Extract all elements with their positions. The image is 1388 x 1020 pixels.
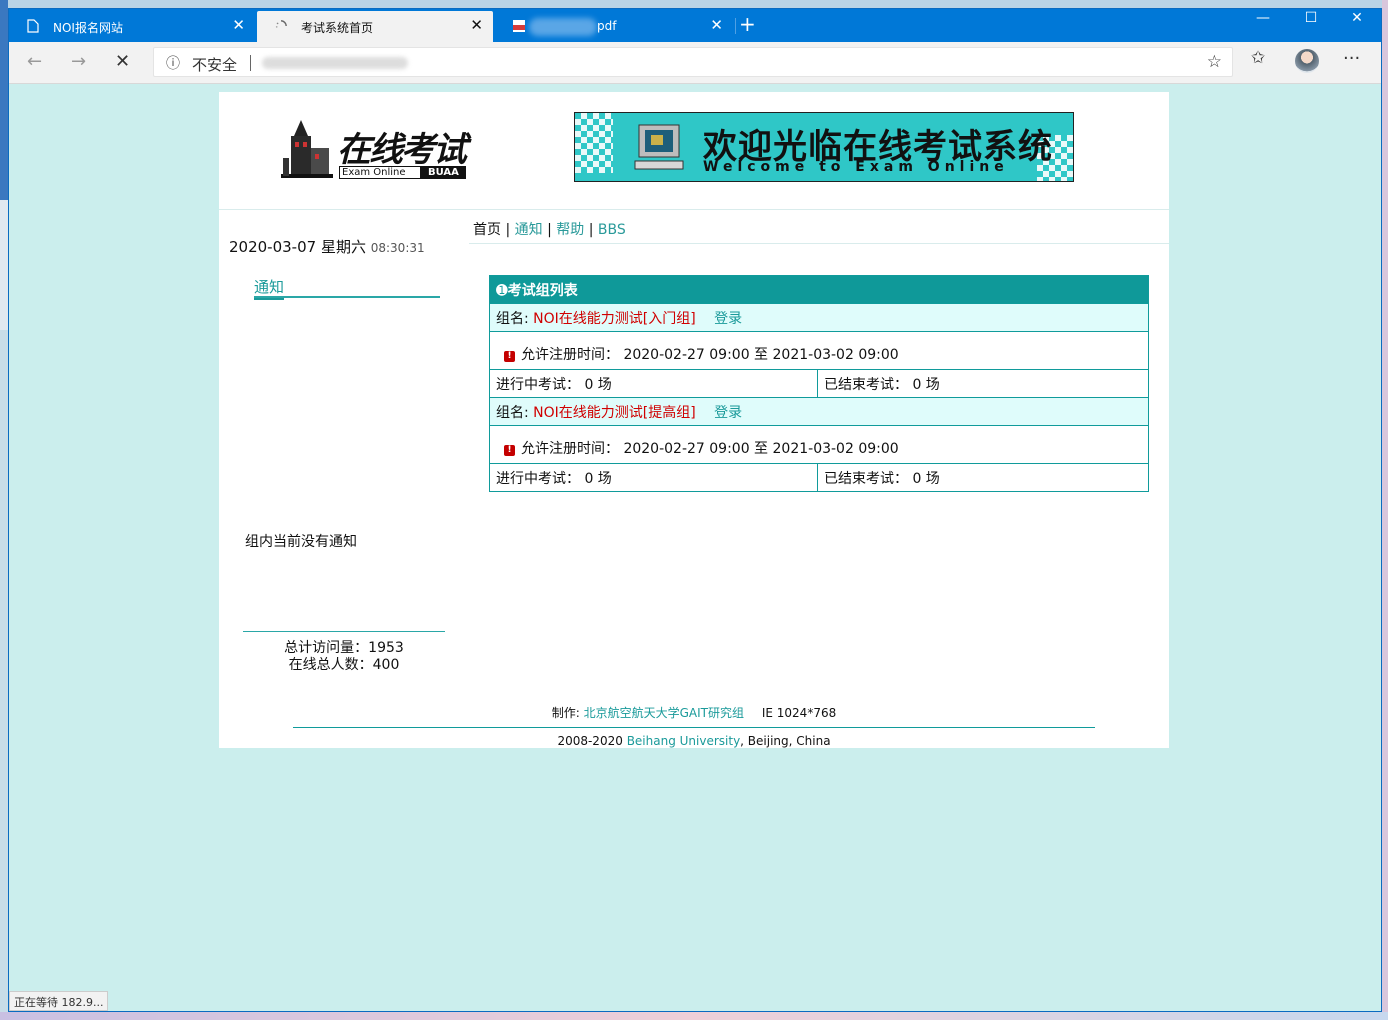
more-options-icon[interactable]: ··· — [1343, 48, 1360, 69]
tab-label: 考试系统首页 — [301, 21, 374, 35]
ie-note: IE 1024*768 — [761, 706, 837, 720]
registration-time-row: ! 允许注册时间： 2020-02-27 09:00 至 2021-03-02 0… — [489, 425, 1149, 464]
stop-loading-icon[interactable]: ✕ — [115, 51, 130, 72]
tab-bar: NOI报名网站 ✕ 考试系统首页 ✕ pdf ✕ + — ☐ ✕ — [9, 9, 1381, 42]
desktop-background-bottom — [0, 1012, 1388, 1020]
address-divider — [250, 55, 251, 71]
site-logo: 在线考试 Exam Online BUAA — [279, 118, 469, 180]
group-name[interactable]: NOI在线能力测试[提高组] — [533, 405, 696, 421]
nav-divider — [469, 243, 1169, 244]
group-name-label: 组名: — [496, 404, 529, 421]
favorites-list-icon[interactable]: ✩ — [1251, 48, 1265, 68]
login-link[interactable]: 登录 — [714, 405, 742, 421]
top-nav: 首页 | 通知 | 帮助 | BBS — [473, 222, 626, 238]
web-page: 在线考试 Exam Online BUAA 欢迎光临在线考试系统 Welcome… — [219, 92, 1169, 748]
ongoing-exams: 进行中考试： 0 场 — [489, 463, 818, 492]
tab-separator — [735, 18, 736, 34]
minimize-icon[interactable]: — — [1243, 10, 1283, 26]
info-icon[interactable]: ⓘ — [166, 53, 180, 73]
redacted-title — [529, 18, 597, 36]
tab-label: NOI报名网站 — [53, 21, 123, 35]
welcome-banner: 欢迎光临在线考试系统 Welcome to Exam Online — [574, 112, 1074, 182]
made-by-link[interactable]: 北京航空航天大学GAIT研究组 — [584, 706, 744, 720]
page-header: 在线考试 Exam Online BUAA 欢迎光临在线考试系统 Welcome… — [219, 92, 1169, 210]
notice-heading: 通知 — [254, 276, 440, 300]
site-stats: 总计访问量：1953 在线总人数：400 — [243, 640, 445, 674]
tab-exam-home[interactable]: 考试系统首页 ✕ — [257, 11, 493, 42]
close-tab-icon[interactable]: ✕ — [232, 16, 245, 34]
page-icon — [27, 19, 39, 33]
made-by-label: 制作: — [551, 706, 580, 720]
nav-home[interactable]: 首页 — [473, 222, 501, 238]
forward-arrow-icon[interactable]: → — [71, 51, 86, 72]
address-bar[interactable]: ⓘ 不安全 ☆ — [153, 47, 1233, 77]
current-datetime: 2020-03-07 星期六 08:30:31 — [229, 236, 425, 257]
university-link[interactable]: Beihang University — [627, 734, 740, 748]
info-circle-icon: ➊ — [496, 282, 508, 299]
no-notice-text: 组内当前没有通知 — [245, 534, 357, 550]
loading-spinner-icon — [275, 20, 287, 28]
pdf-icon — [513, 20, 525, 32]
nav-bbs[interactable]: BBS — [598, 222, 626, 238]
close-window-icon[interactable]: ✕ — [1337, 10, 1377, 26]
exam-group-row: 组名: NOI在线能力测试[提高组] 登录 — [489, 397, 1149, 426]
banner-checker-left — [575, 113, 613, 173]
warning-icon: ! — [504, 444, 515, 456]
warning-icon: ! — [504, 350, 515, 362]
banner-subtitle: Welcome to Exam Online — [703, 159, 1009, 175]
online-users: 在线总人数：400 — [288, 657, 400, 673]
nav-help[interactable]: 帮助 — [556, 222, 584, 238]
group-name-label: 组名: — [496, 310, 529, 327]
ongoing-exams: 进行中考试： 0 场 — [489, 369, 818, 398]
status-bar: 正在等待 182.9... — [9, 991, 109, 1011]
footer-divider — [293, 727, 1095, 728]
exam-group-row: 组名: NOI在线能力测试[入门组] 登录 — [489, 303, 1149, 332]
favorite-star-icon[interactable]: ☆ — [1207, 52, 1222, 72]
close-tab-icon[interactable]: ✕ — [710, 16, 723, 34]
browser-window: NOI报名网站 ✕ 考试系统首页 ✕ pdf ✕ + — ☐ ✕ ← → ✕ ⓘ… — [8, 8, 1382, 1012]
tab-pdf[interactable]: pdf ✕ — [495, 11, 733, 42]
login-link[interactable]: 登录 — [714, 311, 742, 327]
copyright-location: , Beijing, China — [740, 734, 831, 748]
total-visits: 总计访问量：1953 — [284, 640, 404, 656]
close-tab-icon[interactable]: ✕ — [470, 16, 483, 34]
tab-label: pdf — [597, 19, 617, 33]
registration-time: 允许注册时间： 2020-02-27 09:00 至 2021-03-02 09… — [521, 440, 899, 457]
page-footer: 制作: 北京航空航天大学GAIT研究组 IE 1024*768 — [219, 704, 1169, 721]
new-tab-plus-icon[interactable]: + — [739, 12, 756, 36]
copyright: 2008-2020 Beihang University, Beijing, C… — [219, 734, 1169, 748]
stats-divider — [243, 631, 445, 632]
registration-time: 允许注册时间： 2020-02-27 09:00 至 2021-03-02 09… — [521, 346, 899, 363]
tower-icon — [281, 120, 333, 178]
finished-exams: 已结束考试： 0 场 — [817, 463, 1149, 492]
exam-table-header: ➊考试组列表 — [489, 275, 1149, 304]
maximize-icon[interactable]: ☐ — [1291, 10, 1331, 26]
security-label: 不安全 — [192, 56, 238, 74]
desktop-background-left — [0, 0, 8, 1020]
logo-buaa: BUAA — [421, 166, 466, 179]
browser-toolbar: ← → ✕ ⓘ 不安全 ☆ ✩ ··· — [9, 42, 1381, 84]
registration-time-row: ! 允许注册时间： 2020-02-27 09:00 至 2021-03-02 0… — [489, 331, 1149, 370]
copyright-years: 2008-2020 — [557, 734, 623, 748]
computer-icon — [634, 124, 684, 170]
back-arrow-icon[interactable]: ← — [27, 51, 42, 72]
profile-avatar[interactable] — [1295, 49, 1319, 73]
tab-noi[interactable]: NOI报名网站 ✕ — [9, 11, 255, 42]
desktop-background-right — [1382, 0, 1388, 1020]
exam-group-table: ➊考试组列表 组名: NOI在线能力测试[入门组] 登录 ! 允许注册时间： 20… — [489, 275, 1149, 492]
logo-subtitle: Exam Online — [339, 166, 421, 179]
logo-text: 在线考试 — [337, 130, 467, 170]
current-time: 08:30:31 — [370, 241, 425, 255]
current-date: 2020-03-07 星期六 — [229, 238, 366, 256]
nav-notice[interactable]: 通知 — [515, 222, 543, 238]
finished-exams: 已结束考试： 0 场 — [817, 369, 1149, 398]
group-name[interactable]: NOI在线能力测试[入门组] — [533, 311, 696, 327]
redacted-url — [262, 57, 408, 69]
